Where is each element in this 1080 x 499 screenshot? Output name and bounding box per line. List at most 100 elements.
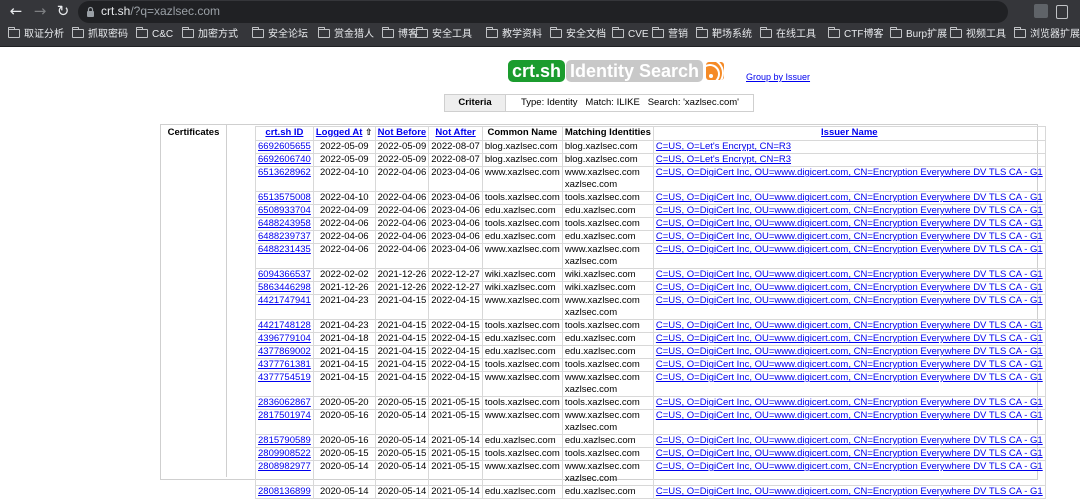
bookmark-item[interactable]: C&C (136, 27, 173, 42)
cert-id-link[interactable]: 2808982977 (258, 461, 311, 472)
cert-id-link[interactable]: 4421747941 (258, 295, 311, 306)
issuer-name[interactable]: C=US, O=DigiCert Inc, OU=www.digicert.co… (652, 358, 1046, 372)
bookmark-item[interactable]: Burp扩展 (890, 27, 947, 42)
issuer-name[interactable]: C=US, O=DigiCert Inc, OU=www.digicert.co… (652, 294, 1046, 320)
issuer-name[interactable]: C=US, O=DigiCert Inc, OU=www.digicert.co… (652, 268, 1046, 282)
cert-id[interactable]: 6488231435 (255, 243, 314, 269)
col-not-after[interactable]: Not After (428, 126, 483, 141)
cert-id[interactable]: 6094366537 (255, 268, 314, 282)
bookmark-item[interactable]: 博客 (382, 27, 418, 42)
cert-id-link[interactable]: 4396779104 (258, 333, 311, 344)
bookmark-item[interactable]: 安全论坛 (252, 27, 308, 42)
reload-icon[interactable]: ↻ (55, 3, 71, 19)
cert-id[interactable]: 5863446298 (255, 281, 314, 295)
cert-id[interactable]: 6508933704 (255, 204, 314, 218)
issuer-name-link[interactable]: C=US, O=DigiCert Inc, OU=www.digicert.co… (656, 282, 1043, 293)
bookmark-item[interactable]: 靶场系统 (696, 27, 752, 42)
issuer-name[interactable]: C=US, O=DigiCert Inc, OU=www.digicert.co… (652, 447, 1046, 461)
issuer-name-link[interactable]: C=US, O=Let's Encrypt, CN=R3 (656, 141, 791, 152)
cert-id-link[interactable]: 6488243958 (258, 218, 311, 229)
issuer-name[interactable]: C=US, O=DigiCert Inc, OU=www.digicert.co… (652, 345, 1046, 359)
issuer-name-link[interactable]: C=US, O=DigiCert Inc, OU=www.digicert.co… (656, 231, 1043, 242)
crtsh-logo[interactable]: crt.sh (508, 60, 566, 82)
cert-id[interactable]: 2817501974 (255, 409, 314, 435)
issuer-name-link[interactable]: C=US, O=DigiCert Inc, OU=www.digicert.co… (656, 205, 1043, 216)
cert-id-link[interactable]: 6094366537 (258, 269, 311, 280)
issuer-name-link[interactable]: C=US, O=DigiCert Inc, OU=www.digicert.co… (656, 486, 1043, 497)
issuer-name-link[interactable]: C=US, O=DigiCert Inc, OU=www.digicert.co… (656, 167, 1043, 178)
cert-id-link[interactable]: 6513628962 (258, 167, 311, 178)
bookmark-item[interactable]: 赏金猎人 (318, 27, 374, 42)
issuer-name-link[interactable]: C=US, O=DigiCert Inc, OU=www.digicert.co… (656, 461, 1043, 472)
cert-id-link[interactable]: 2808136899 (258, 486, 311, 497)
issuer-name-link[interactable]: C=US, O=DigiCert Inc, OU=www.digicert.co… (656, 410, 1043, 421)
bookmark-item[interactable]: 抓取密码 (72, 27, 128, 42)
cert-id[interactable]: 4377761381 (255, 358, 314, 372)
issuer-name-link[interactable]: C=US, O=Let's Encrypt, CN=R3 (656, 154, 791, 165)
cert-id-link[interactable]: 4377869002 (258, 346, 311, 357)
bookmark-item[interactable]: 加密方式 (182, 27, 238, 42)
issuer-name[interactable]: C=US, O=DigiCert Inc, OU=www.digicert.co… (652, 485, 1046, 499)
cert-id[interactable]: 6488239737 (255, 230, 314, 244)
cert-id[interactable]: 6513628962 (255, 166, 314, 192)
url-text[interactable]: crt.sh/?q=xazlsec.com (101, 4, 220, 18)
cert-id-link[interactable]: 6488231435 (258, 244, 311, 255)
issuer-name[interactable]: C=US, O=DigiCert Inc, OU=www.digicert.co… (652, 204, 1046, 218)
issuer-name[interactable]: C=US, O=DigiCert Inc, OU=www.digicert.co… (652, 332, 1046, 346)
cert-id[interactable]: 2815790589 (255, 434, 314, 448)
issuer-name[interactable]: C=US, O=DigiCert Inc, OU=www.digicert.co… (652, 243, 1046, 269)
cert-id[interactable]: 6488243958 (255, 217, 314, 231)
issuer-name[interactable]: C=US, O=Let's Encrypt, CN=R3 (652, 153, 1046, 167)
bookmark-item[interactable]: 取证分析 (8, 27, 64, 42)
cert-id-link[interactable]: 4421748128 (258, 320, 311, 331)
cert-id[interactable]: 4421747941 (255, 294, 314, 320)
bookmark-item[interactable]: CTF博客 (828, 27, 883, 42)
cert-id-link[interactable]: 4377754519 (258, 372, 311, 383)
cert-id[interactable]: 4377869002 (255, 345, 314, 359)
issuer-name[interactable]: C=US, O=DigiCert Inc, OU=www.digicert.co… (652, 166, 1046, 192)
issuer-name-link[interactable]: C=US, O=DigiCert Inc, OU=www.digicert.co… (656, 320, 1043, 331)
bookmark-item[interactable]: 教学资料 (486, 27, 542, 42)
col-issuer-name[interactable]: Issuer Name (652, 126, 1046, 141)
cert-id[interactable]: 2809908522 (255, 447, 314, 461)
cert-id-link[interactable]: 6513575008 (258, 192, 311, 203)
issuer-name-link[interactable]: C=US, O=DigiCert Inc, OU=www.digicert.co… (656, 397, 1043, 408)
cert-id-link[interactable]: 6488239737 (258, 231, 311, 242)
issuer-name[interactable]: C=US, O=DigiCert Inc, OU=www.digicert.co… (652, 217, 1046, 231)
col-crtsh-id[interactable]: crt.sh ID (255, 126, 314, 141)
issuer-name-link[interactable]: C=US, O=DigiCert Inc, OU=www.digicert.co… (656, 333, 1043, 344)
issuer-name-link[interactable]: C=US, O=DigiCert Inc, OU=www.digicert.co… (656, 448, 1043, 459)
cert-id[interactable]: 2808136899 (255, 485, 314, 499)
issuer-name[interactable]: C=US, O=DigiCert Inc, OU=www.digicert.co… (652, 396, 1046, 410)
bookmark-item[interactable]: 视频工具 (950, 27, 1006, 42)
issuer-name-link[interactable]: C=US, O=DigiCert Inc, OU=www.digicert.co… (656, 372, 1043, 383)
cert-id[interactable]: 6513575008 (255, 191, 314, 205)
forward-arrow-icon[interactable]: → (32, 3, 48, 19)
cert-id[interactable]: 2836062867 (255, 396, 314, 410)
rss-feed-icon[interactable] (706, 62, 724, 80)
cert-id[interactable]: 4377754519 (255, 371, 314, 397)
issuer-name[interactable]: C=US, O=DigiCert Inc, OU=www.digicert.co… (652, 409, 1046, 435)
bookmark-item[interactable]: CVE (612, 27, 649, 42)
issuer-name-link[interactable]: C=US, O=DigiCert Inc, OU=www.digicert.co… (656, 192, 1043, 203)
issuer-name[interactable]: C=US, O=DigiCert Inc, OU=www.digicert.co… (652, 371, 1046, 397)
cert-id[interactable]: 4396779104 (255, 332, 314, 346)
cert-id-link[interactable]: 2836062867 (258, 397, 311, 408)
issuer-name-link[interactable]: C=US, O=DigiCert Inc, OU=www.digicert.co… (656, 218, 1043, 229)
bookmark-item[interactable]: 在线工具 (760, 27, 816, 42)
issuer-name[interactable]: C=US, O=DigiCert Inc, OU=www.digicert.co… (652, 460, 1046, 486)
issuer-name[interactable]: C=US, O=DigiCert Inc, OU=www.digicert.co… (652, 230, 1046, 244)
issuer-name-link[interactable]: C=US, O=DigiCert Inc, OU=www.digicert.co… (656, 435, 1043, 446)
col-not-before[interactable]: Not Before (374, 126, 430, 141)
bookmark-item[interactable]: 安全文档 (550, 27, 606, 42)
share-icon[interactable] (1056, 5, 1068, 19)
issuer-name-link[interactable]: C=US, O=DigiCert Inc, OU=www.digicert.co… (656, 269, 1043, 280)
cert-id[interactable]: 2808982977 (255, 460, 314, 486)
issuer-name[interactable]: C=US, O=DigiCert Inc, OU=www.digicert.co… (652, 434, 1046, 448)
issuer-name[interactable]: C=US, O=DigiCert Inc, OU=www.digicert.co… (652, 319, 1046, 333)
group-by-issuer-link[interactable]: Group by Issuer (746, 72, 810, 82)
issuer-name-link[interactable]: C=US, O=DigiCert Inc, OU=www.digicert.co… (656, 346, 1043, 357)
cert-id-link[interactable]: 6508933704 (258, 205, 311, 216)
issuer-name-link[interactable]: C=US, O=DigiCert Inc, OU=www.digicert.co… (656, 359, 1043, 370)
issuer-name[interactable]: C=US, O=Let's Encrypt, CN=R3 (652, 140, 1046, 154)
